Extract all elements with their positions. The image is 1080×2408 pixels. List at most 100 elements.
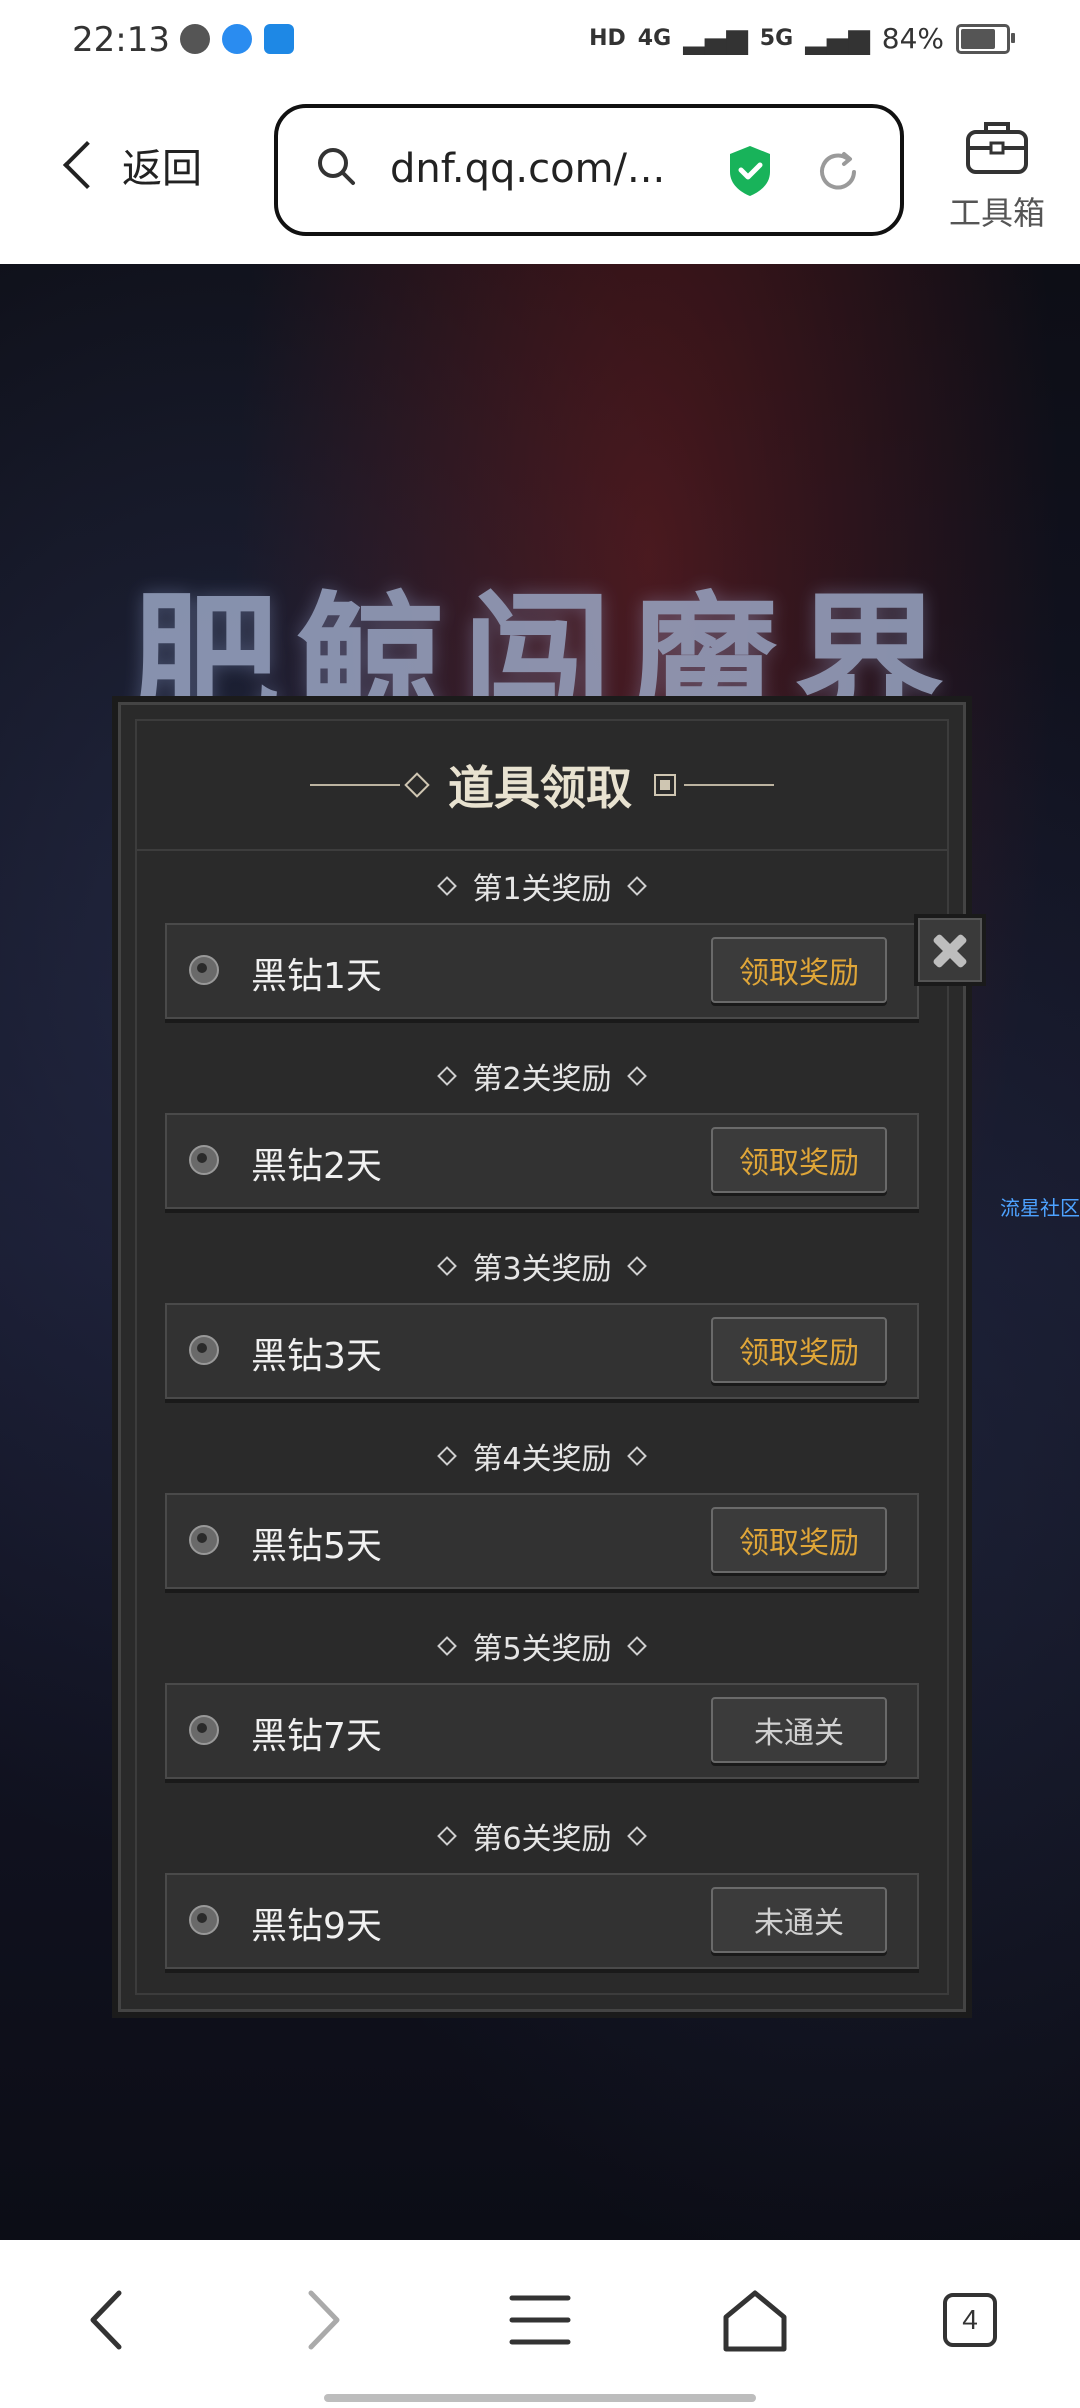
diamond-icon <box>626 1446 647 1466</box>
tabs-button[interactable]: 4 <box>930 2280 1010 2360</box>
diamond-icon <box>626 1066 647 1086</box>
reward-item-label: 黑钻9天 <box>251 1906 382 1947</box>
black-diamond-item-icon <box>189 1145 219 1175</box>
reward-row: 黑钻2天 领取奖励 <box>165 1113 919 1209</box>
side-link[interactable]: 流星社区 <box>1000 1192 1080 1221</box>
home-indicator[interactable] <box>324 2394 756 2402</box>
diamond-icon <box>437 1826 458 1846</box>
back-button[interactable]: 返回 <box>60 136 202 194</box>
section-title-text: 第4关奖励 <box>472 1442 612 1477</box>
claim-reward-button[interactable]: 领取奖励 <box>711 1507 887 1573</box>
diamond-icon <box>437 1256 458 1276</box>
decor-square-icon <box>654 774 676 796</box>
nav-forward-button[interactable] <box>284 2280 364 2360</box>
back-label: 返回 <box>122 146 202 192</box>
black-diamond-item-icon <box>189 1335 219 1365</box>
home-icon <box>723 2290 787 2352</box>
section-title: 第4关奖励 <box>165 1431 919 1481</box>
toolbox-button[interactable]: 工具箱 <box>942 118 1052 234</box>
black-diamond-item-icon <box>189 955 219 985</box>
nav-home-button[interactable] <box>715 2280 795 2360</box>
reward-item-label: 黑钻3天 <box>251 1336 382 1377</box>
section-title: 第5关奖励 <box>165 1621 919 1671</box>
url-text: dnf.qq.com/... <box>390 146 666 192</box>
diamond-icon <box>626 876 647 896</box>
reward-section: 第4关奖励 黑钻5天 领取奖励 <box>165 1431 919 1589</box>
decor-diamond-icon <box>404 772 430 798</box>
claim-reward-button[interactable]: 领取奖励 <box>711 1127 887 1193</box>
not-cleared-button[interactable]: 未通关 <box>711 1697 887 1763</box>
diamond-icon <box>626 1256 647 1276</box>
reward-section: 第5关奖励 黑钻7天 未通关 <box>165 1621 919 1779</box>
chevron-left-icon <box>90 2290 122 2350</box>
decor-line <box>684 784 774 786</box>
diamond-icon <box>437 1636 458 1656</box>
modal-header: 道具领取 <box>137 721 947 851</box>
diamond-icon <box>437 876 458 896</box>
reward-section: 第1关奖励 黑钻1天 领取奖励 <box>165 861 919 1019</box>
tab-count-badge: 4 <box>943 2293 997 2347</box>
browser-header: 返回 dnf.qq.com/... 工具箱 <box>0 86 1080 264</box>
reward-item-label: 黑钻7天 <box>251 1716 382 1757</box>
black-diamond-item-icon <box>189 1715 219 1745</box>
reward-section: 第3关奖励 黑钻3天 领取奖励 <box>165 1241 919 1399</box>
black-diamond-item-icon <box>189 1905 219 1935</box>
diamond-icon <box>626 1826 647 1846</box>
chevron-right-icon <box>308 2290 340 2350</box>
reward-row: 黑钻3天 领取奖励 <box>165 1303 919 1399</box>
section-title: 第1关奖励 <box>165 861 919 911</box>
reward-section: 第6关奖励 黑钻9天 未通关 <box>165 1811 919 1969</box>
chevron-left-icon <box>62 140 112 190</box>
search-icon <box>318 148 355 185</box>
status-indicators: HD 4G ▂▄▆ 5G ▂▄▆ 84% <box>589 22 1015 55</box>
claim-reward-button[interactable]: 领取奖励 <box>711 937 887 1003</box>
modal-frame: 道具领取 第1关奖励 黑钻1天 领取奖励 第2关奖励 黑钻2天 领取奖励 第3关… <box>135 719 949 1995</box>
reward-row: 黑钻1天 领取奖励 <box>165 923 919 1019</box>
decor-line <box>310 784 400 786</box>
hd-indicator: HD <box>589 26 626 51</box>
app-notification-icon <box>222 24 252 54</box>
reward-item-label: 黑钻5天 <box>251 1526 382 1567</box>
reward-row: 黑钻5天 领取奖励 <box>165 1493 919 1589</box>
nav-back-button[interactable] <box>66 2280 146 2360</box>
item-claim-modal: 道具领取 第1关奖励 黑钻1天 领取奖励 第2关奖励 黑钻2天 领取奖励 第3关… <box>118 702 966 2012</box>
section-title: 第3关奖励 <box>165 1241 919 1291</box>
modal-close-button[interactable] <box>914 914 986 986</box>
section-title: 第2关奖励 <box>165 1051 919 1101</box>
section-title: 第6关奖励 <box>165 1811 919 1861</box>
address-bar[interactable]: dnf.qq.com/... <box>274 104 904 236</box>
reward-section: 第2关奖励 黑钻2天 领取奖励 <box>165 1051 919 1209</box>
browser-bottom-nav: 4 <box>0 2240 1080 2408</box>
section-title-text: 第5关奖励 <box>472 1632 612 1667</box>
section-title-text: 第2关奖励 <box>472 1062 612 1097</box>
diamond-icon <box>626 1636 647 1656</box>
network-5g-indicator: 5G <box>759 26 794 51</box>
reward-row: 黑钻7天 未通关 <box>165 1683 919 1779</box>
web-page: 肥鲸闯魔界 流星社区 道具领取 第1关奖励 黑钻1天 领取奖励 第2关奖励 黑钻… <box>0 264 1080 2240</box>
app-notification-icon <box>264 24 294 54</box>
toolbox-icon <box>966 122 1028 174</box>
battery-icon <box>956 23 1015 54</box>
section-title-text: 第3关奖励 <box>472 1252 612 1287</box>
reward-item-label: 黑钻2天 <box>251 1146 382 1187</box>
status-time: 22:13 <box>72 20 170 60</box>
diamond-icon <box>437 1446 458 1466</box>
battery-percent: 84% <box>881 22 944 55</box>
claim-reward-button[interactable]: 领取奖励 <box>711 1317 887 1383</box>
signal-icon: ▂▄▆ <box>805 22 870 55</box>
wechat-icon <box>180 24 210 54</box>
reward-item-label: 黑钻1天 <box>251 956 382 997</box>
diamond-icon <box>437 1066 458 1086</box>
status-bar: 22:13 HD 4G ▂▄▆ 5G ▂▄▆ 84% <box>0 0 1080 86</box>
security-shield-icon[interactable] <box>726 144 774 198</box>
toolbox-label: 工具箱 <box>948 194 1045 232</box>
nav-menu-button[interactable] <box>500 2280 580 2360</box>
section-title-text: 第1关奖励 <box>472 872 612 907</box>
black-diamond-item-icon <box>189 1525 219 1555</box>
section-title-text: 第6关奖励 <box>472 1822 612 1857</box>
menu-icon <box>509 2295 571 2345</box>
not-cleared-button[interactable]: 未通关 <box>711 1887 887 1953</box>
signal-icon: ▂▄▆ <box>683 22 748 55</box>
reward-row: 黑钻9天 未通关 <box>165 1873 919 1969</box>
reload-icon[interactable] <box>814 148 862 196</box>
